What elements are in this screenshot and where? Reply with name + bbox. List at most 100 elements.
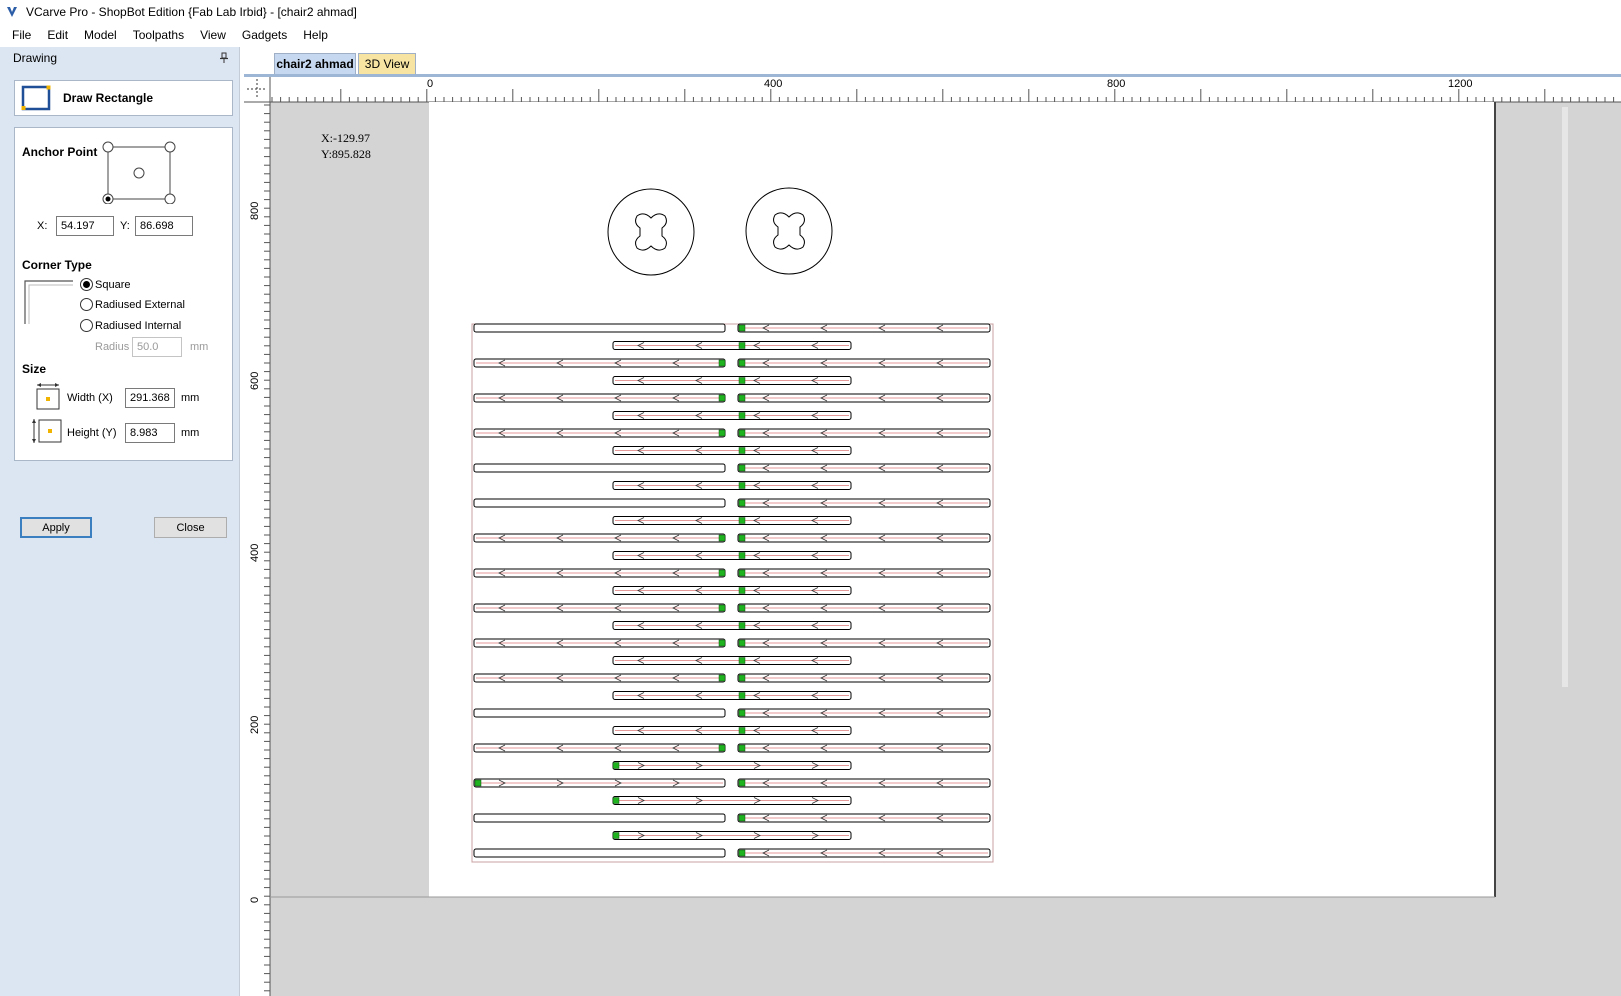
strip-left-10[interactable] — [473, 498, 726, 508]
anchor-bottom-left-selected-dot — [105, 196, 111, 202]
drawing-canvas[interactable]: 0 400 800 1200 800 600 400 200 0 X:-129.… — [244, 77, 1621, 996]
strip-center-23[interactable] — [612, 726, 852, 735]
strip-right-30[interactable] — [737, 848, 991, 858]
strip-center-11[interactable] — [612, 516, 852, 525]
tab-3d-view[interactable]: 3D View — [358, 53, 416, 74]
corner-type-label: Corner Type — [22, 258, 92, 272]
strip-center-21[interactable] — [612, 691, 852, 700]
cursor-x-readout: X:-129.97 — [321, 131, 370, 145]
strip-right-26[interactable] — [737, 778, 991, 788]
tool-title: Draw Rectangle — [63, 91, 154, 105]
corner-radiused-external-label: Radiused External — [95, 299, 185, 311]
anchor-top-left[interactable] — [102, 141, 114, 153]
strip-right-14[interactable] — [737, 568, 991, 578]
radius-field[interactable] — [132, 337, 182, 357]
strip-right-28[interactable] — [737, 813, 991, 823]
anchor-bottom-right[interactable] — [164, 193, 176, 204]
strip-left-24[interactable] — [473, 743, 726, 753]
strip-right-16[interactable] — [737, 603, 991, 613]
tool-header: Draw Rectangle — [14, 80, 233, 116]
strip-right-10[interactable] — [737, 498, 991, 508]
radius-unit: mm — [190, 341, 209, 353]
strip-center-5[interactable] — [612, 411, 852, 420]
strip-left-30[interactable] — [473, 848, 726, 858]
strip-left-14[interactable] — [473, 568, 726, 578]
strip-right-20[interactable] — [737, 673, 991, 683]
strip-center-1[interactable] — [612, 341, 852, 350]
anchor-x-label: X: — [37, 220, 48, 232]
h-ruler-label-1200: 1200 — [1448, 78, 1472, 90]
title-bar: VCarve Pro - ShopBot Edition {Fab Lab Ir… — [0, 0, 1621, 23]
corner-radiused-internal-label: Radiused Internal — [95, 320, 182, 332]
document-tabs: chair2 ahmad 3D View — [244, 47, 1621, 74]
strip-right-22[interactable] — [737, 708, 991, 718]
vertical-scrollbar[interactable] — [1562, 107, 1568, 687]
strip-center-15[interactable] — [612, 586, 852, 595]
strip-left-20[interactable] — [473, 673, 726, 683]
anchor-top-right[interactable] — [164, 141, 176, 153]
strip-center-27[interactable] — [612, 796, 852, 805]
height-label: Height (Y) — [67, 427, 117, 439]
h-ruler-label-800: 800 — [1107, 78, 1125, 90]
menu-view[interactable]: View — [192, 28, 234, 42]
menu-gadgets[interactable]: Gadgets — [234, 28, 295, 42]
close-button[interactable]: Close — [154, 517, 227, 538]
menu-model[interactable]: Model — [76, 28, 125, 42]
strip-left-4[interactable] — [473, 393, 726, 403]
strip-right-0[interactable] — [737, 323, 991, 333]
width-unit: mm — [181, 392, 200, 404]
window-title: VCarve Pro - ShopBot Edition {Fab Lab Ir… — [26, 4, 357, 19]
strip-center-3[interactable] — [612, 376, 852, 385]
height-icon — [32, 419, 62, 443]
pin-icon[interactable] — [219, 52, 229, 64]
strip-center-17[interactable] — [612, 621, 852, 630]
strip-center-25[interactable] — [612, 761, 852, 770]
strip-left-18[interactable] — [473, 638, 726, 648]
vcarve-logo-icon — [7, 6, 17, 17]
strip-left-12[interactable] — [473, 533, 726, 543]
strip-right-4[interactable] — [737, 393, 991, 403]
menu-edit[interactable]: Edit — [39, 28, 76, 42]
strip-right-2[interactable] — [737, 358, 991, 368]
strip-left-6[interactable] — [473, 428, 726, 438]
anchor-y-field[interactable] — [135, 216, 193, 236]
v-ruler-label-0: 0 — [249, 897, 261, 903]
strip-center-9[interactable] — [612, 481, 852, 490]
strip-right-12[interactable] — [737, 533, 991, 543]
corner-radiused-external-radio[interactable] — [80, 298, 93, 311]
width-field[interactable] — [125, 388, 175, 408]
2d-view[interactable]: 0 400 800 1200 800 600 400 200 0 X:-129.… — [244, 74, 1621, 996]
anchor-x-field[interactable] — [56, 216, 114, 236]
panel-header: Drawing — [0, 47, 240, 69]
anchor-point-selector[interactable] — [100, 138, 180, 204]
strip-right-24[interactable] — [737, 743, 991, 753]
apply-button[interactable]: Apply — [20, 517, 92, 538]
strip-center-19[interactable] — [612, 656, 852, 665]
strip-left-26[interactable] — [473, 778, 726, 788]
work-area: chair2 ahmad 3D View 0 400 800 1200 800 … — [244, 47, 1621, 996]
height-field[interactable] — [125, 423, 175, 443]
strip-center-29[interactable] — [612, 831, 852, 840]
menu-bar: File Edit Model Toolpaths View Gadgets H… — [0, 23, 1621, 47]
menu-file[interactable]: File — [4, 28, 39, 42]
strip-left-8[interactable] — [473, 463, 726, 473]
strip-right-18[interactable] — [737, 638, 991, 648]
v-ruler-label-200: 200 — [249, 716, 261, 734]
corner-square-radio[interactable] — [80, 278, 93, 291]
corner-radiused-internal-radio[interactable] — [80, 319, 93, 332]
strip-left-22[interactable] — [473, 708, 726, 718]
tab-chair2-ahmad[interactable]: chair2 ahmad — [274, 53, 356, 74]
strip-left-2[interactable] — [473, 358, 726, 368]
size-label: Size — [22, 362, 47, 376]
strip-center-7[interactable] — [612, 446, 852, 455]
menu-toolpaths[interactable]: Toolpaths — [125, 28, 192, 42]
h-ruler-label-0: 0 — [427, 78, 433, 90]
strip-right-6[interactable] — [737, 428, 991, 438]
strip-left-28[interactable] — [473, 813, 726, 823]
menu-help[interactable]: Help — [295, 28, 336, 42]
strip-center-13[interactable] — [612, 551, 852, 560]
strip-right-8[interactable] — [737, 463, 991, 473]
strip-left-0[interactable] — [473, 323, 726, 333]
anchor-center[interactable] — [133, 167, 145, 179]
strip-left-16[interactable] — [473, 603, 726, 613]
